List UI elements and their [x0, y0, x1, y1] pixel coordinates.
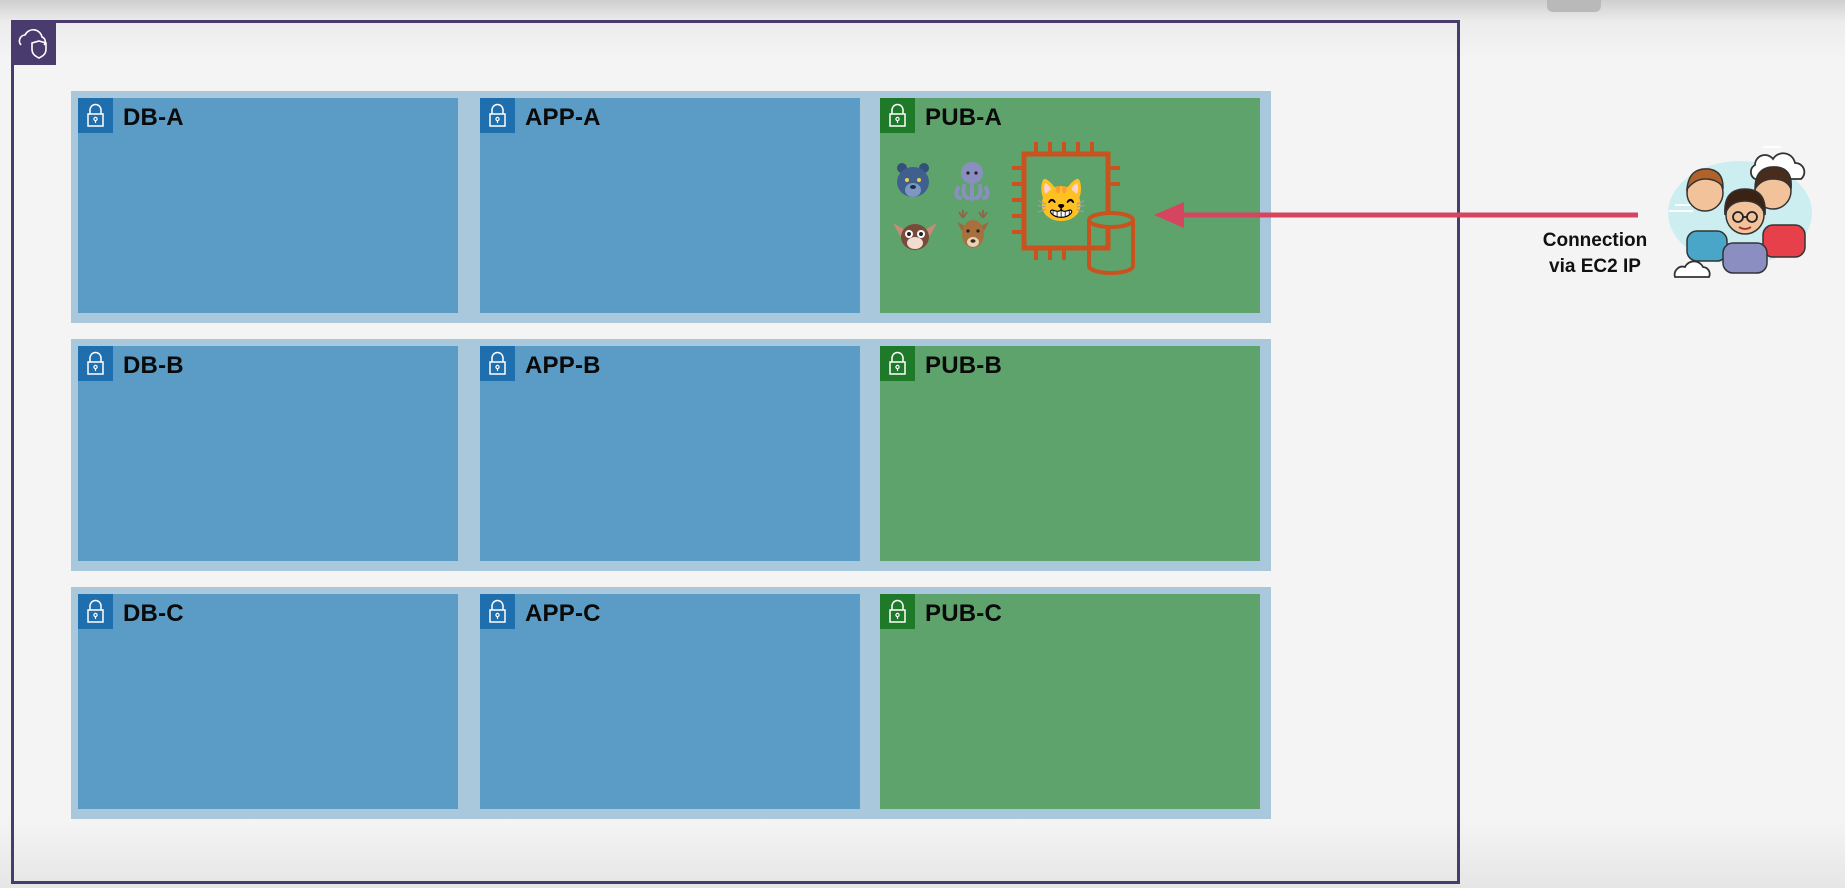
subnet-db-c: DB-C	[78, 594, 458, 809]
subnet-label: APP-A	[525, 104, 601, 131]
subnet-app-a: APP-A	[480, 98, 860, 313]
subnet-label: APP-B	[525, 352, 601, 379]
subnet-label: DB-A	[123, 104, 184, 131]
lock-icon	[480, 346, 515, 381]
subnet-pub-b: PUB-B	[880, 346, 1260, 561]
lock-icon	[78, 346, 113, 381]
lock-icon	[880, 98, 915, 133]
subnet-label: APP-C	[525, 600, 601, 627]
cat-emoji-icon: 😸	[1035, 177, 1088, 224]
subnet-pub-c: PUB-C	[880, 594, 1260, 809]
octopus-icon	[952, 160, 992, 207]
database-cylinder-icon	[1085, 210, 1137, 283]
subnet-app-b: APP-B	[480, 346, 860, 561]
deer-icon	[953, 208, 993, 257]
lock-icon	[480, 98, 515, 133]
az-row-c: DB-C APP-C PUB-C	[71, 587, 1271, 819]
gremlin-icon	[891, 215, 939, 258]
subnet-db-b: DB-B	[78, 346, 458, 561]
subnet-label: PUB-C	[925, 600, 1002, 627]
users-group-cloud-icon	[1645, 135, 1825, 290]
lock-icon	[880, 594, 915, 629]
lock-icon	[480, 594, 515, 629]
subnet-app-c: APP-C	[480, 594, 860, 809]
vpc-cloud-shield-icon	[11, 20, 56, 65]
lock-icon	[78, 98, 113, 133]
subnet-db-a: DB-A	[78, 98, 458, 313]
lock-icon	[78, 594, 113, 629]
panther-icon	[893, 160, 933, 207]
lock-icon	[880, 346, 915, 381]
az-row-b: DB-B APP-B PUB-B	[71, 339, 1271, 571]
subnet-label: DB-C	[123, 600, 184, 627]
subnet-label: PUB-B	[925, 352, 1002, 379]
subnet-label: PUB-A	[925, 104, 1002, 131]
subnet-label: DB-B	[123, 352, 184, 379]
top-scroll-tab	[1547, 0, 1601, 12]
